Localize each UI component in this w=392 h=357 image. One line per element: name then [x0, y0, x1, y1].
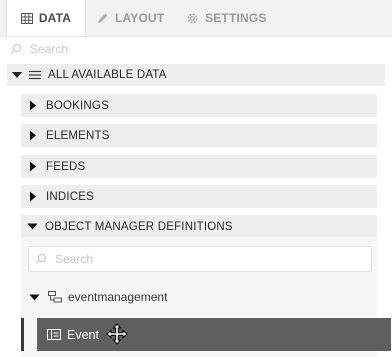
caret-right-icon [29, 130, 37, 141]
object-icon [47, 329, 61, 340]
hamburger-icon [29, 70, 41, 80]
tree-node-eventmanagement[interactable]: eventmanagement [21, 284, 377, 310]
tree-item-elements[interactable]: ELEMENTS [21, 124, 377, 147]
tree-item-object-manager-definitions[interactable]: OBJECT MANAGER DEFINITIONS [21, 215, 377, 238]
search-input[interactable]: Search [10, 38, 382, 60]
search-icon [10, 43, 22, 55]
tab-data[interactable]: DATA [6, 0, 86, 36]
caret-right-icon [29, 161, 37, 172]
hierarchy-icon [48, 291, 62, 303]
pencil-icon [97, 12, 109, 24]
tree-item-indices[interactable]: INDICES [21, 185, 377, 208]
caret-right-icon [29, 100, 37, 111]
tree-item-feeds[interactable]: FEEDS [21, 155, 377, 178]
selection-indicator [21, 318, 24, 351]
tree-leaf-event[interactable]: Event [37, 318, 391, 351]
tree-item-label: FEEDS [46, 160, 86, 173]
tab-data-label: DATA [38, 11, 72, 25]
table-icon [20, 12, 33, 24]
definitions-search-placeholder: Search [55, 252, 94, 266]
search-icon [35, 253, 47, 265]
tab-layout-label: LAYOUT [115, 11, 165, 25]
tree-item-label: INDICES [46, 190, 95, 203]
tree-node-label: eventmanagement [68, 290, 168, 304]
gear-icon [186, 12, 199, 25]
caret-down-icon [27, 222, 38, 231]
tree-item-bookings[interactable]: BOOKINGS [21, 94, 377, 117]
tree-leaf-label: Event [67, 327, 99, 342]
tree-item-label: OBJECT MANAGER DEFINITIONS [45, 220, 233, 233]
caret-down-icon [11, 70, 23, 80]
tree-item-label: ELEMENTS [46, 129, 110, 142]
tab-settings[interactable]: SETTINGS [186, 0, 286, 36]
tree-item-label: BOOKINGS [46, 99, 109, 112]
tab-settings-label: SETTINGS [205, 11, 267, 25]
search-placeholder: Search [30, 42, 69, 56]
tree-root-all-available-data[interactable]: ALL AVAILABLE DATA [7, 64, 385, 86]
definitions-search-input[interactable]: Search [28, 246, 372, 272]
tab-layout[interactable]: LAYOUT [97, 0, 177, 36]
caret-down-icon [29, 293, 40, 302]
tree-root-label: ALL AVAILABLE DATA [48, 69, 167, 81]
move-cursor-icon [106, 323, 128, 345]
tab-bar: DATA LAYOUT SETTINGS [0, 0, 392, 37]
caret-right-icon [29, 191, 37, 202]
